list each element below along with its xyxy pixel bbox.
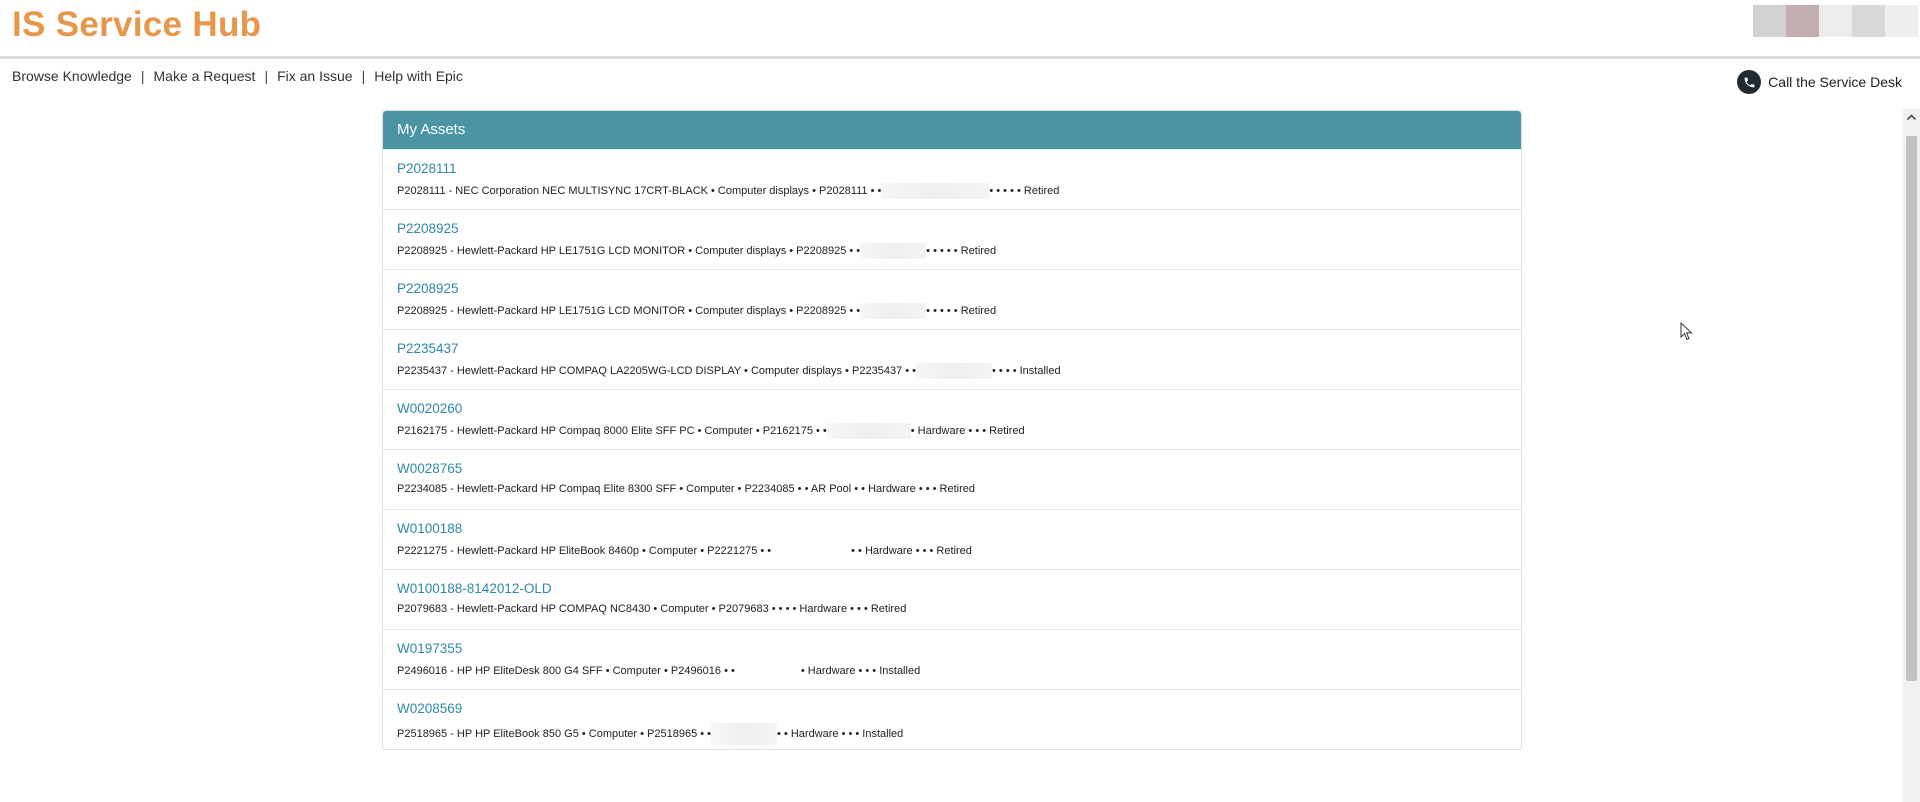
asset-detail-status: • • • • • Retired xyxy=(926,244,997,257)
asset-link[interactable]: W0100188 xyxy=(397,521,462,536)
asset-detail-text: P2162175 - Hewlett-Packard HP Compaq 800… xyxy=(397,424,827,437)
asset-detail-status: • • • • • Retired xyxy=(989,184,1060,197)
asset-detail: P2518965 - HP HP EliteBook 850 G5 • Comp… xyxy=(397,723,903,745)
asset-link[interactable]: W0028765 xyxy=(397,461,462,476)
asset-link[interactable]: P2208925 xyxy=(397,281,459,296)
nav-separator: | xyxy=(264,68,269,84)
call-service-desk-label: Call the Service Desk xyxy=(1768,74,1902,90)
asset-detail-text: P2221275 - Hewlett-Packard HP EliteBook … xyxy=(397,544,772,557)
nav-make-a-request[interactable]: Make a Request xyxy=(154,68,256,84)
asset-link[interactable]: W0020260 xyxy=(397,401,462,416)
redacted-field xyxy=(734,663,801,679)
asset-detail-status: • Hardware • • • Retired xyxy=(910,424,1025,437)
asset-row: W0197355 P2496016 - HP HP EliteDesk 800 … xyxy=(383,629,1521,689)
asset-link[interactable]: P2235437 xyxy=(397,341,459,356)
asset-detail-text: P2028111 - NEC Corporation NEC MULTISYNC… xyxy=(397,184,882,197)
user-avatar[interactable] xyxy=(1753,5,1918,37)
redacted-field xyxy=(916,363,992,379)
call-service-desk-button[interactable]: Call the Service Desk xyxy=(1737,70,1902,94)
nav-separator: | xyxy=(361,68,366,84)
mouse-cursor-icon xyxy=(1680,322,1693,341)
asset-detail: P2235437 - Hewlett-Packard HP COMPAQ LA2… xyxy=(397,363,1061,379)
redacted-field xyxy=(860,303,927,319)
asset-detail-text: P2518965 - HP HP EliteBook 850 G5 • Comp… xyxy=(397,727,712,740)
asset-detail: P2208925 - Hewlett-Packard HP LE1751G LC… xyxy=(397,303,996,319)
asset-link[interactable]: W0208569 xyxy=(397,701,462,716)
asset-detail-text: P2208925 - Hewlett-Packard HP LE1751G LC… xyxy=(397,244,861,257)
asset-row: W0028765 P2234085 - Hewlett-Packard HP C… xyxy=(383,449,1521,509)
asset-row: W0100188 P2221275 - Hewlett-Packard HP E… xyxy=(383,509,1521,569)
vertical-scrollbar[interactable] xyxy=(1903,108,1920,802)
asset-detail: P2496016 - HP HP EliteDesk 800 G4 SFF • … xyxy=(397,663,920,679)
redacted-field xyxy=(860,243,927,259)
asset-link[interactable]: W0100188-8142012-OLD xyxy=(397,581,552,596)
asset-detail: P2234085 - Hewlett-Packard HP Compaq Eli… xyxy=(397,483,975,495)
asset-row: P2028111 P2028111 - NEC Corporation NEC … xyxy=(383,149,1521,209)
asset-detail-status: • • • • Installed xyxy=(992,364,1061,377)
redacted-field xyxy=(881,183,990,199)
nav-help-with-epic[interactable]: Help with Epic xyxy=(374,68,463,84)
asset-detail: P2221275 - Hewlett-Packard HP EliteBook … xyxy=(397,543,972,559)
phone-icon xyxy=(1737,70,1762,94)
asset-row: W0100188-8142012-OLD P2079683 - Hewlett-… xyxy=(383,569,1521,629)
asset-link[interactable]: P2208925 xyxy=(397,221,459,236)
asset-detail-text: P2208925 - Hewlett-Packard HP LE1751G LC… xyxy=(397,304,861,317)
site-title[interactable]: IS Service Hub xyxy=(12,5,261,45)
asset-row: P2235437 P2235437 - Hewlett-Packard HP C… xyxy=(383,329,1521,389)
nav-browse-knowledge[interactable]: Browse Knowledge xyxy=(12,68,132,84)
redacted-field xyxy=(711,723,778,745)
scrollbar-thumb[interactable] xyxy=(1906,136,1917,681)
asset-detail-text: P2235437 - Hewlett-Packard HP COMPAQ LA2… xyxy=(397,364,916,377)
asset-row: W0208569 P2518965 - HP HP EliteBook 850 … xyxy=(383,689,1521,749)
asset-link[interactable]: P2028111 xyxy=(397,161,457,176)
asset-detail-status: • • Hardware • • • Retired xyxy=(851,544,972,557)
asset-link[interactable]: W0197355 xyxy=(397,641,462,656)
asset-detail-text: P2496016 - HP HP EliteDesk 800 G4 SFF • … xyxy=(397,664,735,677)
nav-fix-an-issue[interactable]: Fix an Issue xyxy=(277,68,352,84)
nav-separator: | xyxy=(140,68,145,84)
asset-row: W0020260 P2162175 - Hewlett-Packard HP C… xyxy=(383,389,1521,449)
asset-detail: P2208925 - Hewlett-Packard HP LE1751G LC… xyxy=(397,243,996,259)
asset-detail-status: • • • • • Retired xyxy=(926,304,997,317)
scroll-up-arrow-icon[interactable] xyxy=(1906,112,1917,123)
asset-detail-text: P2234085 - Hewlett-Packard HP Compaq Eli… xyxy=(397,483,976,495)
site-header: IS Service Hub xyxy=(0,0,1920,59)
asset-row: P2208925 P2208925 - Hewlett-Packard HP L… xyxy=(383,209,1521,269)
top-navigation: Browse Knowledge | Make a Request | Fix an I… xyxy=(12,68,463,84)
asset-detail: P2079683 - Hewlett-Packard HP COMPAQ NC8… xyxy=(397,603,906,615)
asset-detail-status: • • Hardware • • • Installed xyxy=(777,727,904,740)
asset-detail: P2028111 - NEC Corporation NEC MULTISYNC… xyxy=(397,183,1059,199)
asset-detail: P2162175 - Hewlett-Packard HP Compaq 800… xyxy=(397,423,1025,439)
my-assets-panel: My Assets P2028111 P2028111 - NEC Corpor… xyxy=(382,110,1522,750)
redacted-field xyxy=(826,423,911,439)
asset-detail-text: P2079683 - Hewlett-Packard HP COMPAQ NC8… xyxy=(397,603,907,615)
asset-row: P2208925 P2208925 - Hewlett-Packard HP L… xyxy=(383,269,1521,329)
redacted-field xyxy=(771,543,852,559)
asset-detail-status: • Hardware • • • Installed xyxy=(800,664,921,677)
panel-title: My Assets xyxy=(383,111,1521,149)
